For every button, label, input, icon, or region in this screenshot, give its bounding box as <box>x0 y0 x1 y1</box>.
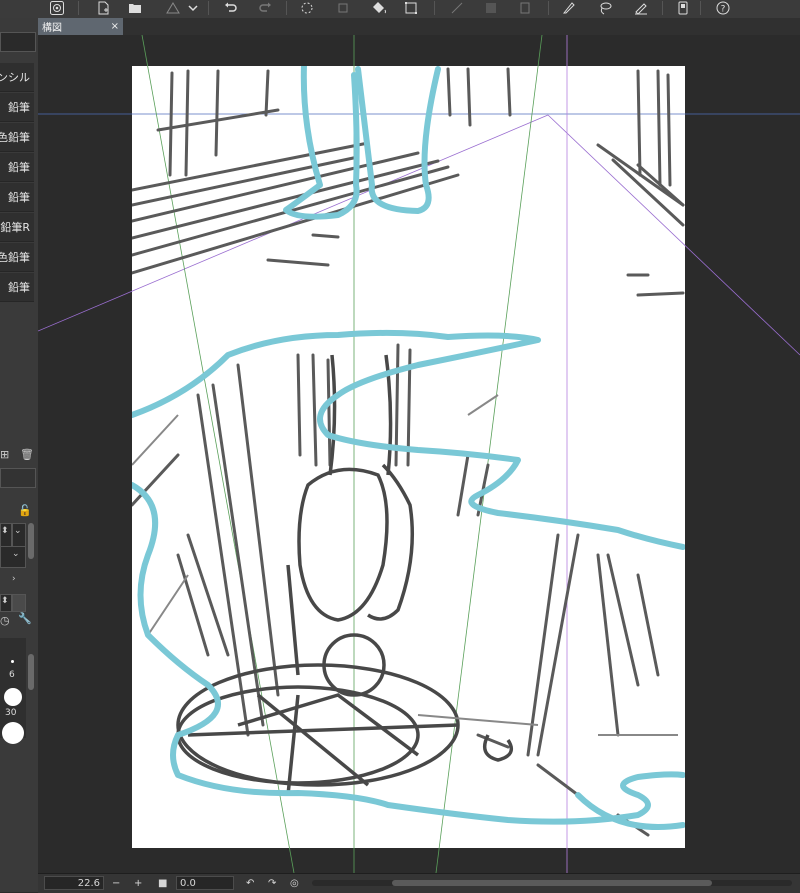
brush-item[interactable]: ンシル <box>0 63 34 92</box>
reset-icon: ◎ <box>290 877 299 889</box>
brush-label: 鉛筆 <box>8 101 30 114</box>
chevron-down-icon: ⌄ <box>12 549 20 559</box>
brush-item[interactable]: 鉛筆 <box>0 93 34 122</box>
brush-label: 鉛筆R <box>0 221 30 234</box>
brush-item[interactable]: 色鉛筆 <box>0 123 34 152</box>
add-brush-icon[interactable]: ⊞ <box>0 448 9 461</box>
tool-property-header <box>0 468 36 488</box>
scrollbar-thumb[interactable] <box>392 880 712 886</box>
clear-icon[interactable] <box>514 0 536 16</box>
plus-icon: + <box>134 877 143 889</box>
perspective-guides <box>38 35 800 873</box>
top-toolbar: ? <box>0 0 800 19</box>
tab-bar <box>123 18 800 35</box>
brush-item[interactable]: 鉛筆 <box>0 273 34 302</box>
zoom-value: 22.6 <box>77 877 100 889</box>
panel-header <box>0 32 36 52</box>
vertical-guide-green-left <box>141 35 295 873</box>
rotate-left-icon: ↶ <box>246 877 255 889</box>
fit-button[interactable]: ■ <box>158 876 167 890</box>
horizontal-scrollbar[interactable] <box>312 880 792 886</box>
rotate-right-icon: ↷ <box>268 877 277 889</box>
brush-label: 鉛筆 <box>8 191 30 204</box>
reset-rotation-button[interactable]: ◎ <box>290 876 299 890</box>
size-dot-small[interactable] <box>11 660 14 663</box>
brush-label: 鉛筆 <box>8 161 30 174</box>
stepper-icon[interactable]: ⬍ <box>1 596 9 606</box>
panel-scrollbar[interactable] <box>28 523 34 559</box>
pressure-toggle[interactable] <box>12 594 26 612</box>
document-tab[interactable]: 構図 × <box>38 18 123 35</box>
crop-icon[interactable] <box>400 0 422 16</box>
gradient-icon[interactable] <box>480 0 502 16</box>
svg-text:?: ? <box>721 5 726 15</box>
transform-icon[interactable] <box>332 0 354 16</box>
redo-icon[interactable] <box>254 0 276 16</box>
pen-icon[interactable] <box>630 0 652 16</box>
new-file-icon[interactable] <box>92 0 114 16</box>
sketch-drawing <box>38 35 800 873</box>
brush-size-panel: 6 30 <box>0 638 26 744</box>
loading-icon[interactable] <box>296 0 318 16</box>
rotate-left-button[interactable]: ↶ <box>246 876 254 890</box>
edit-icon[interactable] <box>558 0 580 16</box>
lasso-icon[interactable] <box>594 0 616 16</box>
brush-item[interactable]: 色鉛筆 <box>0 243 34 272</box>
rotation-field[interactable]: 0.0 <box>176 876 234 890</box>
rotate-right-button[interactable]: ↷ <box>268 876 276 890</box>
rotation-value: 0.0 <box>180 877 196 889</box>
spiral-logo-icon[interactable] <box>46 0 68 16</box>
zoom-field[interactable]: 22.6 <box>44 876 104 890</box>
zoom-out-button[interactable]: − <box>112 876 120 890</box>
help-icon[interactable]: ? <box>712 0 734 16</box>
sub-tool-panel: ンシル 鉛筆 色鉛筆 鉛筆 鉛筆 鉛筆R 色鉛筆 鉛筆 ⊞ 🗑 🔓 ⬍ ⌄ ⌄ … <box>0 18 39 892</box>
clock-icon[interactable]: ◷ <box>0 614 10 627</box>
undo-icon[interactable] <box>220 0 242 16</box>
brush-item[interactable]: 鉛筆 <box>0 183 34 212</box>
open-folder-icon[interactable] <box>124 0 146 16</box>
tab-title: 構図 <box>42 23 62 34</box>
brush-label: 色鉛筆 <box>0 251 30 264</box>
size-scrollbar[interactable] <box>28 654 34 690</box>
wrench-icon[interactable]: 🔧 <box>18 612 32 625</box>
chevron-double-down-icon: ⌄ <box>14 526 22 536</box>
brush-item[interactable]: 鉛筆R <box>0 213 34 242</box>
trash-icon[interactable]: 🗑 <box>20 448 34 461</box>
device-icon[interactable] <box>672 0 694 16</box>
close-icon[interactable]: × <box>111 21 119 32</box>
brush-label: 鉛筆 <box>8 281 30 294</box>
brush-item[interactable]: 鉛筆 <box>0 153 34 182</box>
size-dot-xlarge[interactable] <box>2 722 24 744</box>
warning-icon[interactable] <box>162 0 184 16</box>
status-bar: 22.6 − + ■ 0.0 ↶ ↷ ◎ <box>38 873 800 893</box>
figure-sketch <box>176 354 514 796</box>
brush-label: 色鉛筆 <box>0 131 30 144</box>
zoom-in-button[interactable]: + <box>134 876 142 890</box>
perspective-line-left <box>38 114 549 332</box>
stepper-icon[interactable]: ⬍ <box>1 526 9 536</box>
brush-label: ンシル <box>0 71 30 84</box>
size-label-small: 6 <box>9 670 15 680</box>
size-dot-large[interactable] <box>4 688 22 706</box>
size-label-large: 30 <box>5 708 17 718</box>
fill-icon[interactable] <box>368 0 390 16</box>
square-icon: ■ <box>158 877 168 889</box>
lock-icon[interactable]: 🔓 <box>18 504 32 517</box>
canvas-area[interactable] <box>38 35 800 873</box>
perspective-line-right <box>547 114 800 356</box>
chevron-right-icon[interactable]: › <box>12 574 16 584</box>
minus-icon: − <box>112 877 121 889</box>
dropdown-arrow-icon[interactable] <box>186 0 200 16</box>
ruler-icon[interactable] <box>446 0 468 16</box>
